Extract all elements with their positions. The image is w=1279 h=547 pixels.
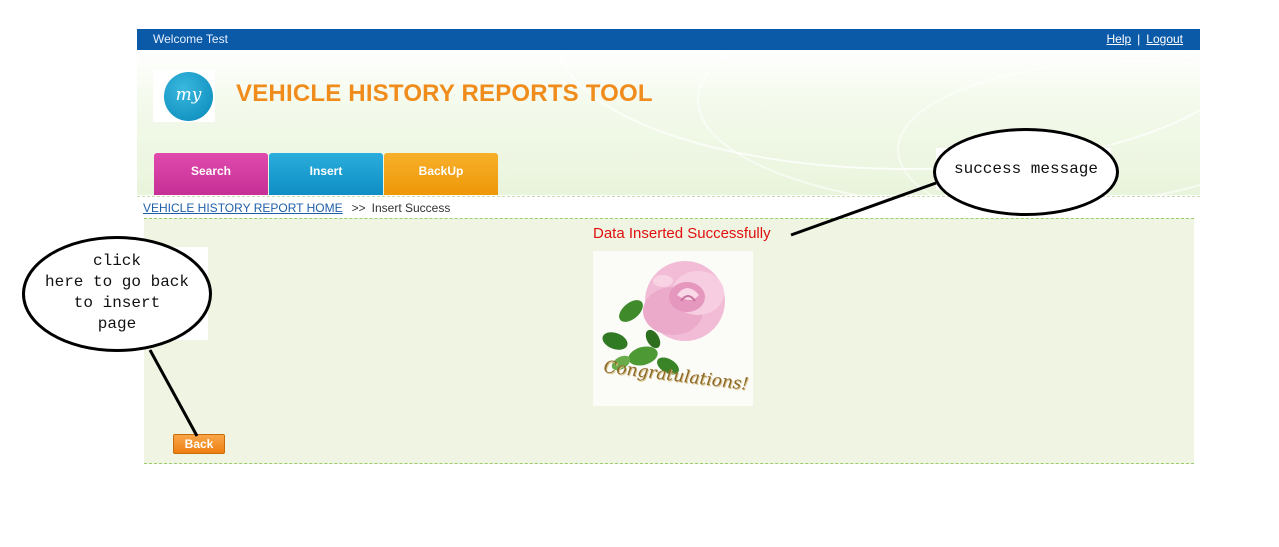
annotation-arrow-success [790, 181, 937, 237]
annotation-arrows [148, 181, 937, 437]
annotation-arrow-back [148, 349, 199, 437]
